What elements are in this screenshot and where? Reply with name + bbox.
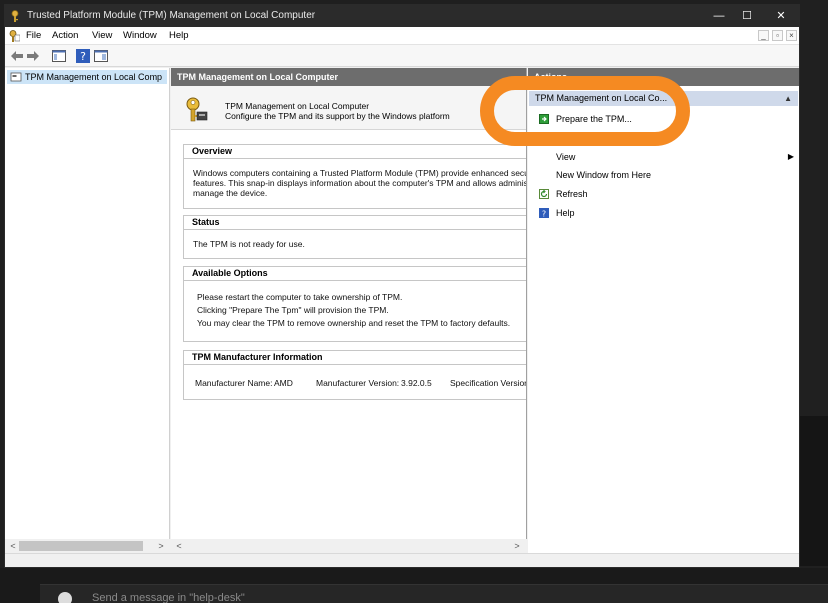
action-help-label: Help xyxy=(556,208,575,218)
scroll-right-arrow[interactable]: > xyxy=(511,539,523,553)
close-button[interactable]: ✕ xyxy=(771,8,791,24)
show-console-tree-icon[interactable] xyxy=(51,48,67,64)
status-text: The TPM is not ready for use. xyxy=(193,239,305,249)
show-action-pane-icon[interactable] xyxy=(93,48,109,64)
add-attachment-icon[interactable] xyxy=(58,592,72,603)
menu-view[interactable]: View xyxy=(92,30,112,41)
menu-action[interactable]: Action xyxy=(52,30,78,41)
action-view-label: View xyxy=(556,152,576,162)
action-refresh-label: Refresh xyxy=(556,189,588,199)
help-icon: ? xyxy=(539,208,549,218)
overview-line: Windows computers containing a Trusted P… xyxy=(193,168,527,178)
results-horizontal-scrollbar[interactable]: < > xyxy=(171,539,527,553)
status-title: Status xyxy=(184,216,526,230)
mdi-minimize-button[interactable]: _ xyxy=(758,30,769,41)
scroll-left-arrow[interactable]: < xyxy=(173,539,185,553)
manufacturer-version-label: Manufacturer Version: xyxy=(316,378,400,388)
available-options-title: Available Options xyxy=(184,267,526,281)
status-bar xyxy=(5,553,799,567)
option-line: Clicking "Prepare The Tpm" will provisio… xyxy=(197,305,389,315)
status-section: Status The TPM is not ready for use. xyxy=(183,215,526,259)
minimize-button[interactable]: — xyxy=(709,8,729,24)
svg-text:?: ? xyxy=(80,50,86,63)
tree-item-label: TPM Management on Local Comp xyxy=(25,72,163,82)
submenu-arrow-icon: ▶ xyxy=(787,152,794,161)
collapse-up-icon[interactable]: ▲ xyxy=(784,91,792,106)
overview-section: Overview Windows computers containing a … xyxy=(183,144,527,209)
desktop-background-panel xyxy=(800,416,828,566)
action-refresh[interactable]: Refresh xyxy=(529,186,798,202)
mdi-close-button[interactable]: × xyxy=(786,30,797,41)
tree-horizontal-scrollbar[interactable]: < > xyxy=(5,539,170,553)
maximize-button[interactable]: ☐ xyxy=(737,8,757,24)
scroll-thumb[interactable] xyxy=(19,541,143,551)
action-help[interactable]: ? Help xyxy=(529,205,798,221)
menu-bar: File Action View Window Help _ ▫ × xyxy=(5,27,799,45)
console-tree-pane: TPM Management on Local Comp xyxy=(5,68,170,553)
action-view[interactable]: View ▶ xyxy=(529,149,798,165)
menu-file[interactable]: File xyxy=(26,30,41,41)
overview-line: features. This snap-in displays informat… xyxy=(193,178,527,188)
manufacturer-version-value: 3.92.0.5 xyxy=(401,378,432,388)
available-options-section: Available Options Please restart the com… xyxy=(183,266,526,342)
tpm-key-app-icon xyxy=(11,10,19,22)
manufacturer-info-title: TPM Manufacturer Information xyxy=(184,351,526,365)
chat-input-placeholder: Send a message in "help-desk" xyxy=(92,592,245,603)
orange-highlight-annotation xyxy=(480,76,690,146)
scroll-left-arrow[interactable]: < xyxy=(7,539,19,553)
refresh-icon xyxy=(539,189,549,199)
back-arrow-icon[interactable] xyxy=(9,48,25,64)
specification-version-label: Specification Version: xyxy=(450,378,527,388)
svg-text:?: ? xyxy=(542,210,546,219)
title-bar: Trusted Platform Module (TPM) Management… xyxy=(5,5,799,27)
tree-item-tpm-management[interactable]: TPM Management on Local Comp xyxy=(7,70,167,84)
banner-title: TPM Management on Local Computer xyxy=(225,101,370,111)
mdi-restore-button[interactable]: ▫ xyxy=(772,30,783,41)
menu-window[interactable]: Window xyxy=(123,30,157,41)
banner-description: Configure the TPM and its support by the… xyxy=(225,111,450,121)
help-icon[interactable]: ? xyxy=(75,48,91,64)
option-line: Please restart the computer to take owne… xyxy=(197,292,403,302)
manufacturer-info-section: TPM Manufacturer Information Manufacture… xyxy=(183,350,527,400)
results-pane-header: TPM Management on Local Computer xyxy=(171,68,526,86)
snapin-banner: TPM Management on Local Computer Configu… xyxy=(171,86,526,130)
toolbar: ? xyxy=(5,45,799,67)
overview-line: manage the device. xyxy=(193,188,268,198)
overview-title: Overview xyxy=(184,145,526,159)
key-icon xyxy=(186,97,208,122)
results-pane: TPM Management on Local Computer TPM Man… xyxy=(171,68,527,553)
option-line: You may clear the TPM to remove ownershi… xyxy=(197,318,511,328)
action-new-window[interactable]: New Window from Here xyxy=(529,167,798,183)
manufacturer-name-label: Manufacturer Name: xyxy=(195,378,273,388)
forward-arrow-icon[interactable] xyxy=(25,48,41,64)
scroll-right-arrow[interactable]: > xyxy=(155,539,167,553)
menu-help[interactable]: Help xyxy=(169,30,189,41)
window-title: Trusted Platform Module (TPM) Management… xyxy=(27,10,316,21)
manufacturer-name-value: AMD xyxy=(274,378,293,388)
mmc-console-icon xyxy=(9,30,20,42)
action-new-window-label: New Window from Here xyxy=(556,170,652,180)
tpm-node-icon xyxy=(10,72,22,82)
